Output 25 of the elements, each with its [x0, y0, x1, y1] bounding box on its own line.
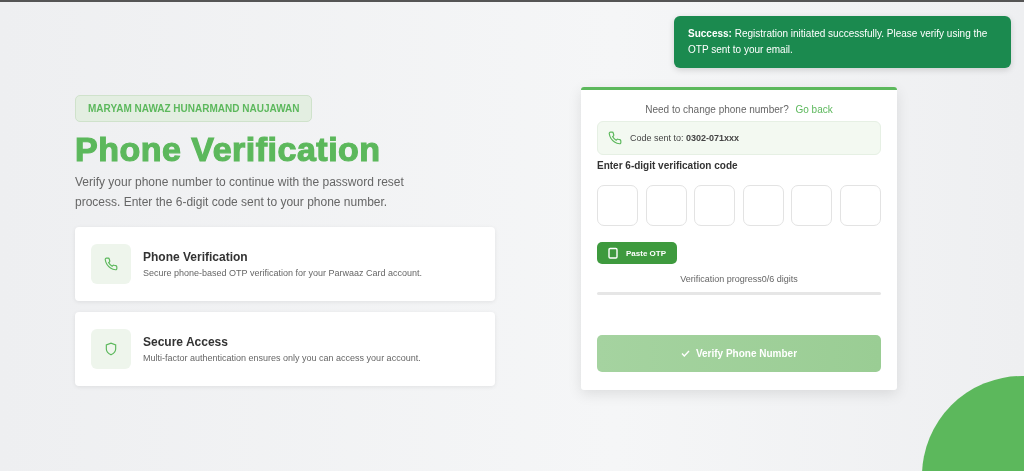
phone-icon — [608, 131, 622, 145]
code-sent-text: Code sent to: 0302-071xxx — [630, 133, 740, 143]
page-subtitle: Verify your phone number to continue with the password reset process. Enter the 6-digit code sent to your phone number. — [75, 174, 405, 211]
otp-digit-field[interactable] — [694, 185, 736, 226]
otp-digit-field[interactable] — [645, 185, 687, 226]
phone-icon — [91, 244, 131, 284]
otp-digit-field[interactable] — [742, 185, 784, 226]
progress-label: Verification progress0/6 digits — [679, 274, 799, 284]
otp-digit-field[interactable] — [791, 185, 833, 226]
program-badge: MARYAM NAWAZ HUNARMAND NAUJAWAN — [75, 95, 313, 122]
feature-description: Multi-factor authentication ensures only you can access your account. — [143, 353, 421, 363]
otp-digit-field[interactable] — [839, 185, 881, 226]
feature-title: Phone Verification — [143, 250, 249, 264]
check-icon — [680, 350, 690, 357]
shield-icon — [91, 329, 131, 369]
page-title: Phone Verification — [75, 132, 382, 166]
clipboard-icon — [608, 247, 618, 259]
go-back-link[interactable]: Go back — [795, 104, 833, 115]
otp-digit-field[interactable] — [597, 185, 638, 226]
feature-title: Secure Access — [143, 335, 229, 349]
success-toast: Success: Registration initiated successfully. Please verify using the OTP sent to your email. — [674, 16, 1011, 68]
code-label: Enter 6-digit verification code — [597, 160, 739, 171]
paste-otp-button[interactable]: Paste OTP — [597, 242, 677, 264]
feature-description: Secure phone-based OTP verification for your Parwaaz Card account. — [143, 268, 422, 278]
change-prompt: Need to change phone number? — [645, 104, 789, 115]
